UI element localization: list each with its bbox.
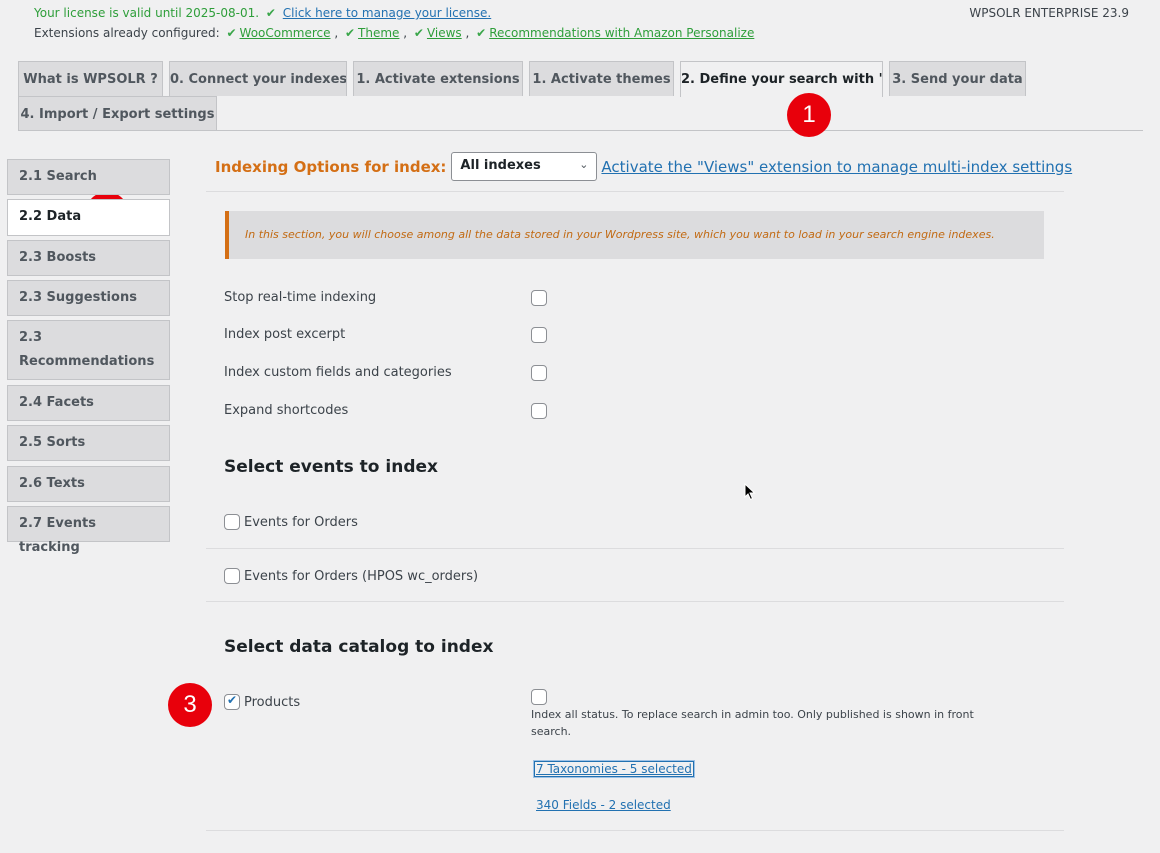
divider: [206, 830, 1064, 831]
check-icon: ✔: [344, 26, 356, 40]
tab-define-search[interactable]: 2. Define your search with ": [680, 61, 883, 97]
fields-link[interactable]: 340 Fields - 2 selected: [536, 798, 671, 812]
subnav-item-recommendations[interactable]: 2.3 Recommendations: [7, 320, 170, 380]
subnav-item-data[interactable]: 2.2 Data: [7, 199, 170, 236]
index-select-value: All indexes: [460, 158, 541, 173]
events-heading: Select events to index: [224, 457, 438, 477]
tab-activate-extensions[interactable]: 1. Activate extensions: [353, 61, 523, 96]
option-label-stop-realtime: Stop real-time indexing: [224, 290, 377, 305]
mouse-cursor-icon: [744, 483, 756, 501]
option-checkbox-expand-shortcodes[interactable]: [531, 403, 547, 419]
check-icon: ✔: [265, 6, 276, 20]
index-options-label: Indexing Options for index:: [215, 157, 447, 176]
event-hpos-orders-label: Events for Orders (HPOS wc_orders): [244, 568, 479, 584]
extensions-label: Extensions already configured:: [34, 26, 220, 40]
index-select[interactable]: All indexes ⌄: [451, 152, 598, 181]
tab-activate-themes[interactable]: 1. Activate themes: [529, 61, 674, 96]
catalog-products-row: Products: [224, 693, 301, 710]
tab-import-export[interactable]: 4. Import / Export settings: [18, 96, 217, 131]
check-icon: ✔: [413, 26, 424, 40]
event-orders-row: Events for Orders: [224, 514, 358, 530]
option-label-post-excerpt: Index post excerpt: [224, 327, 346, 342]
subnav-item-sorts[interactable]: 2.5 Sorts: [7, 425, 170, 461]
catalog-products-checkbox[interactable]: [224, 693, 240, 710]
chevron-down-icon: ⌄: [579, 158, 589, 171]
tab-send-data[interactable]: 3. Send your data: [889, 61, 1026, 96]
divider: [206, 548, 1064, 549]
check-icon: ✔: [226, 26, 237, 40]
catalog-heading: Select data catalog to index: [224, 637, 494, 657]
extension-link-recommendations[interactable]: Recommendations with Amazon Personalize: [489, 26, 754, 40]
option-checkbox-stop-realtime[interactable]: [531, 290, 547, 306]
subnav-item-search[interactable]: 2.1 Search: [7, 159, 170, 195]
license-status: Your license is valid until 2025-08-01. …: [34, 6, 491, 20]
taxonomies-link[interactable]: 7 Taxonomies - 5 selected: [534, 761, 694, 777]
divider: [206, 601, 1064, 602]
annotation-badge-3: 3: [168, 683, 212, 727]
index-options-row: Indexing Options for index: All indexes …: [215, 152, 1072, 181]
subnav-item-suggestions[interactable]: 2.3 Suggestions: [7, 280, 170, 316]
configured-extensions: Extensions already configured: ✔ WooComme…: [34, 26, 755, 40]
extension-link-woocommerce[interactable]: WooCommerce: [240, 26, 331, 40]
divider: [206, 191, 1064, 192]
option-label-expand-shortcodes: Expand shortcodes: [224, 403, 349, 418]
subnav-item-texts[interactable]: 2.6 Texts: [7, 466, 170, 502]
extension-link-theme[interactable]: Theme: [358, 26, 399, 40]
index-all-status-checkbox[interactable]: [531, 689, 547, 705]
index-all-status-description: Index all status. To replace search in a…: [531, 708, 974, 738]
annotation-badge-1: 1: [787, 93, 831, 137]
subnav-item-facets[interactable]: 2.4 Facets: [7, 385, 170, 421]
product-version: WPSOLR ENTERPRISE 23.9: [969, 6, 1129, 20]
subnav-item-events-tracking[interactable]: 2.7 Events tracking: [7, 506, 170, 555]
event-orders-checkbox[interactable]: [224, 514, 240, 530]
subnav-item-boosts[interactable]: 2.3 Boosts: [7, 240, 170, 276]
option-label-custom-fields: Index custom fields and categories: [224, 365, 452, 380]
info-notice: In this section, you will choose among a…: [225, 211, 1044, 259]
event-hpos-orders-checkbox[interactable]: [224, 568, 240, 584]
manage-license-link[interactable]: Click here to manage your license.: [283, 6, 491, 20]
catalog-products-label: Products: [244, 694, 301, 710]
extension-link-views[interactable]: Views: [427, 26, 462, 40]
option-checkbox-custom-fields[interactable]: [531, 365, 547, 381]
event-hpos-orders-row: Events for Orders (HPOS wc_orders): [224, 568, 478, 584]
tab-what-is-wpsolr[interactable]: What is WPSOLR ?: [18, 61, 163, 96]
tab-connect-indexes[interactable]: 0. Connect your indexes: [169, 61, 347, 96]
views-extension-link[interactable]: Activate the "Views" extension to manage…: [601, 158, 1072, 176]
tabs-divider: [18, 130, 1143, 131]
event-orders-label: Events for Orders: [244, 514, 358, 530]
license-text: Your license is valid until 2025-08-01.: [34, 6, 260, 20]
check-icon: ✔: [476, 26, 487, 40]
option-checkbox-post-excerpt[interactable]: [531, 327, 547, 343]
